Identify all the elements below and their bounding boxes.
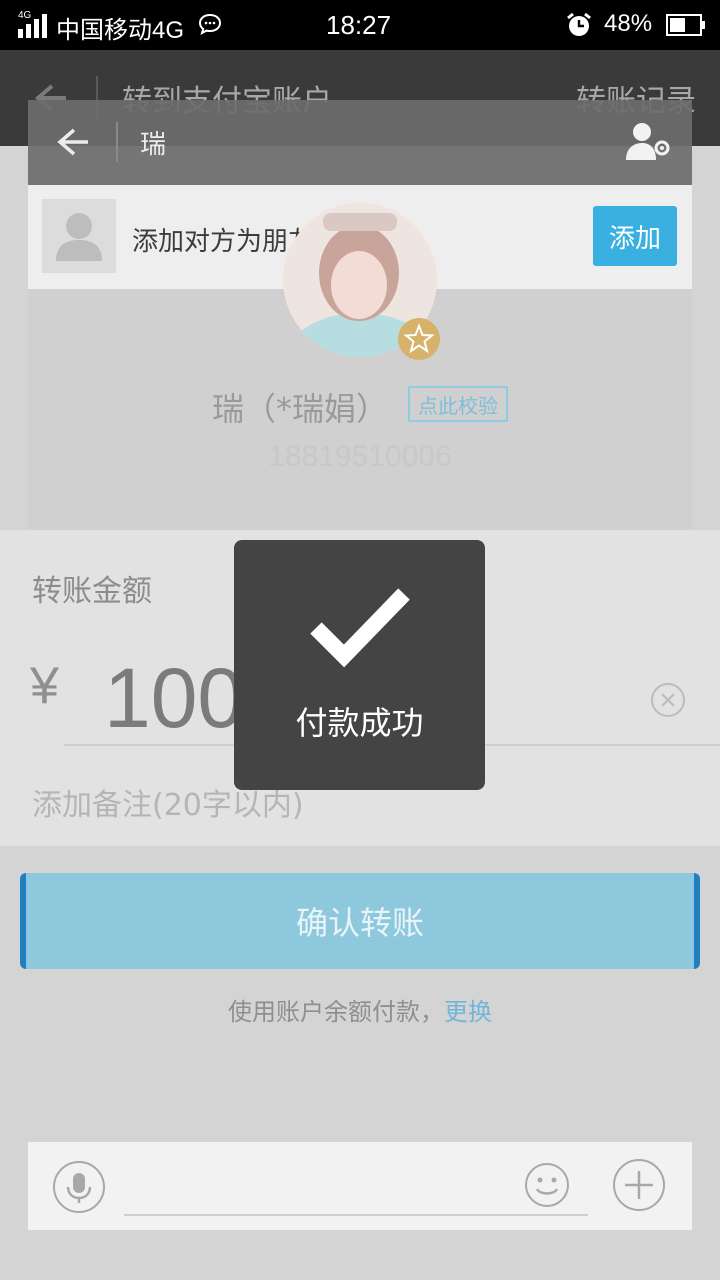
chat-contact-name: 瑞 <box>140 130 167 160</box>
microphone-icon[interactable] <box>52 1160 106 1214</box>
emoji-icon[interactable] <box>524 1162 570 1208</box>
battery-percent: 48% <box>604 10 653 37</box>
clock-time: 18:27 <box>326 10 392 40</box>
chat-input-bar <box>28 1142 692 1230</box>
add-friend-button[interactable]: 添加 <box>593 206 677 266</box>
chat-header: 瑞 <box>28 100 692 185</box>
profile-name: 瑞（*瑞娟） <box>212 390 389 428</box>
profile-phone: 18819510006 <box>268 440 452 473</box>
message-input[interactable] <box>124 1214 588 1216</box>
star-badge-icon <box>398 318 440 360</box>
person-settings-icon[interactable] <box>624 120 672 164</box>
network-type-label: 4G <box>18 10 32 21</box>
verify-button[interactable]: 点此校验 <box>408 386 508 422</box>
alarm-icon <box>567 12 591 36</box>
chat-back-icon[interactable] <box>54 122 94 162</box>
person-placeholder-icon <box>56 213 102 261</box>
carrier-label: 中国移动4G <box>56 17 185 44</box>
chat-header-divider <box>116 122 118 162</box>
checkmark-icon <box>310 588 410 668</box>
battery-icon <box>666 14 705 36</box>
chat-icon <box>198 13 222 35</box>
status-bar: 4G 中国移动4G 18:27 48% <box>0 0 720 50</box>
friend-avatar-placeholder <box>42 199 116 273</box>
add-friend-text: 添加对方为朋友 <box>132 227 315 257</box>
signal-icon: 4G <box>18 10 52 38</box>
toast-message: 付款成功 <box>295 704 424 742</box>
success-toast: 付款成功 <box>234 540 485 790</box>
plus-icon[interactable] <box>612 1158 666 1212</box>
